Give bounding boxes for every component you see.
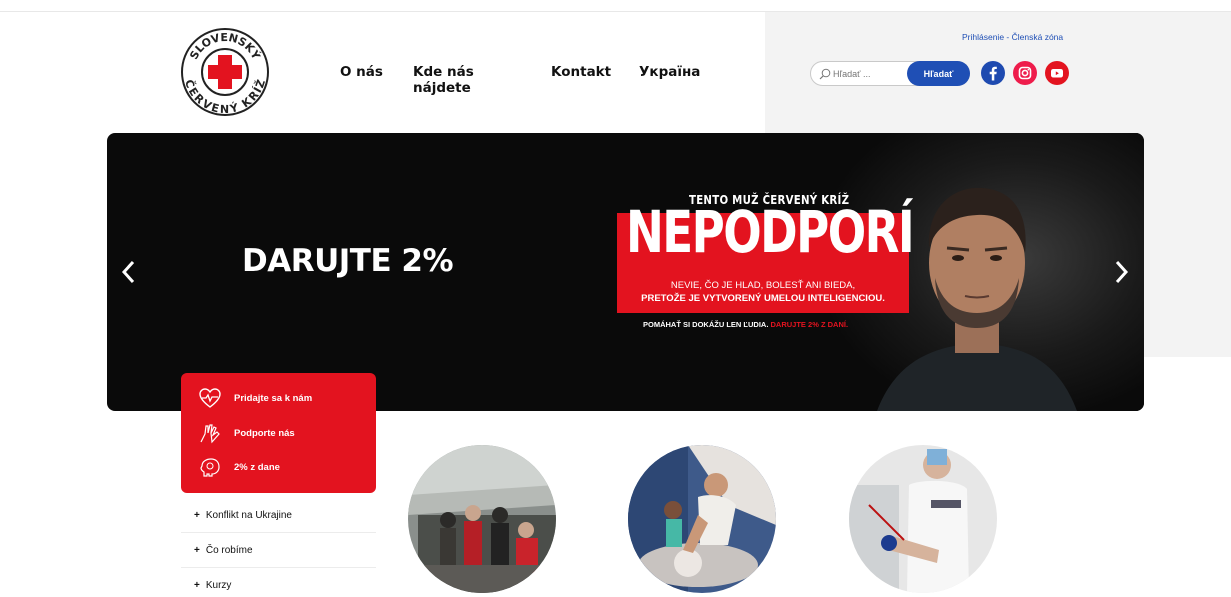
login-link[interactable]: Prihlásenie [962, 32, 1004, 42]
search-icon [819, 68, 831, 80]
search-box: Hľadať [810, 61, 970, 86]
shelter-photo[interactable] [408, 445, 556, 593]
quick-action-two-percent[interactable]: 2% z dane [198, 456, 280, 478]
side-menu-item-konflikt[interactable]: + Konflikt na Ukrajine [181, 498, 376, 533]
piggy-bank-icon [200, 458, 220, 477]
instagram-icon[interactable] [1013, 61, 1037, 85]
side-menu-label: Konflikt na Ukrajine [205, 509, 292, 521]
hero-title: DARUJTE 2% [242, 243, 454, 279]
expand-icon: + [194, 579, 200, 591]
hero-tagline: POMÁHAŤ SI DOKÁŽU LEN ĽUDIA. DARUJTE 2% … [643, 320, 848, 329]
hero-man-image [877, 187, 1077, 411]
hero-carousel: DARUJTE 2% TENTO MUŽ ČERVENÝ KRÍŽ NEPODP… [107, 133, 1144, 411]
heart-pulse-icon [199, 388, 221, 408]
quick-action-join[interactable]: Pridajte sa k nám [198, 387, 312, 409]
nav-item-kde-nas-najdete[interactable]: Kde nás nájdete [413, 64, 533, 96]
logo[interactable]: SLOVENSKÝ ČERVENÝ KRÍŽ [180, 27, 270, 117]
search-button[interactable]: Hľadať [907, 61, 970, 86]
member-zone-link[interactable]: Členská zóna [1012, 32, 1064, 42]
expand-icon: + [194, 509, 200, 521]
side-menu-item-kurzy[interactable]: + Kurzy [181, 568, 376, 597]
first-aid-training-photo[interactable] [628, 445, 776, 593]
facebook-icon[interactable] [981, 61, 1005, 85]
expand-icon: + [194, 544, 200, 556]
nav-item-kontakt[interactable]: Kontakt [551, 64, 621, 80]
nav-item-o-nas[interactable]: O nás [340, 64, 400, 80]
youtube-icon[interactable] [1045, 61, 1069, 85]
page: SLOVENSKÝ ČERVENÝ KRÍŽ O nás Kde nás náj… [0, 0, 1231, 597]
nav-item-ukraina[interactable]: Україна [639, 64, 719, 80]
search-input[interactable] [833, 66, 913, 82]
quick-action-label: 2% z dane [234, 461, 280, 473]
hands-icon [200, 424, 220, 444]
side-menu-item-co-robime[interactable]: + Čo robíme [181, 533, 376, 568]
side-menu-label: Čo robíme [205, 544, 253, 556]
quick-action-support[interactable]: Podporte nás [198, 422, 295, 444]
carousel-prev-icon[interactable] [120, 257, 136, 287]
quick-action-label: Podporte nás [234, 427, 295, 439]
side-menu: + Konflikt na Ukrajine + Čo robíme + Kurzy [181, 498, 376, 597]
side-menu-label: Kurzy [205, 579, 232, 591]
account-links: Prihlásenie - Členská zóna [962, 32, 1063, 42]
quick-action-label: Pridajte sa k nám [234, 392, 313, 404]
hero-tagline-white: POMÁHAŤ SI DOKÁŽU LEN ĽUDIA. [643, 320, 769, 329]
quick-actions-panel: Pridajte sa k nám Podporte nás 2% z dane [181, 373, 376, 493]
blood-donation-photo[interactable] [849, 445, 997, 593]
account-separator: - [1004, 32, 1012, 42]
